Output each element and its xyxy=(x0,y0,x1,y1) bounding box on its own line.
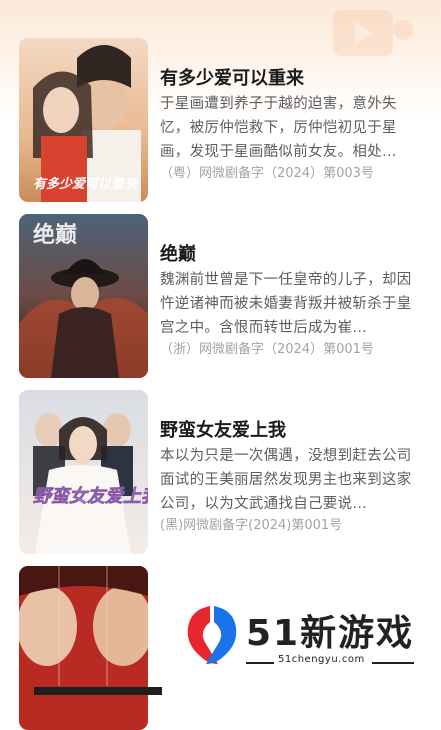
drama-description: 于星画遭到养子于越的迫害，意外失忆，被厉仲恺救下，厉仲恺初见于星画，发现于星画酷… xyxy=(160,96,397,160)
drama-poster[interactable]: 有多少爱可以重来 xyxy=(19,38,148,202)
drama-license: （浙）网微剧备字（2024）第001号 xyxy=(160,342,374,357)
drama-description: 本以为只是一次偶遇，没想到赶去公司面试的王美丽居然发现男主也来到这家公司，以为文… xyxy=(160,448,412,512)
brand-url: 51chengyu.com xyxy=(278,654,365,665)
drama-title[interactable]: 绝巅 xyxy=(160,240,196,266)
divider xyxy=(372,662,414,664)
poster-image: 有多少爱可以重来 xyxy=(19,38,148,202)
poster-image xyxy=(19,566,148,730)
poster-title-text: 绝巅 xyxy=(33,222,77,248)
poster-title-text: 野蛮女友爱上我 xyxy=(33,486,148,507)
drama-description: 魏渊前世曾是下一任皇帝的儿子，却因忤逆诸神而被未婚妻背叛并被斩杀于皇宫之中。含恨… xyxy=(160,272,412,336)
drama-card[interactable]: 野蛮女友爱上我 野蛮女友爱上我 本以为只是一次偶遇，没想到赶去公司面试的王美丽居… xyxy=(19,390,423,554)
poster-image: 绝巅 xyxy=(19,214,148,378)
drama-poster[interactable]: 绝巅 xyxy=(19,214,148,378)
drama-title[interactable]: 有多少爱可以重来 xyxy=(160,64,304,90)
drama-card[interactable]: 有多少爱可以重来 有多少爱可以重来 于星画遭到养子于越的迫害，意外失忆，被厉仲恺… xyxy=(19,38,423,202)
drama-title[interactable]: 野蛮女友爱上我 xyxy=(160,416,286,442)
divider xyxy=(246,662,274,664)
drama-card[interactable]: 绝巅 绝巅 魏渊前世曾是下一任皇帝的儿子，却因忤逆诸神而被未婚妻背叛并被斩杀于皇… xyxy=(19,214,423,378)
drama-poster[interactable]: 野蛮女友爱上我 xyxy=(19,390,148,554)
poster-image: 野蛮女友爱上我 xyxy=(19,390,148,554)
drama-poster[interactable] xyxy=(19,566,148,730)
drama-license: （粤）网微剧备字（2024）第003号 xyxy=(160,166,374,181)
bottom-bar xyxy=(34,687,162,695)
brand-name: 51新游戏 xyxy=(246,613,415,654)
drama-license: (黑)网微剧备字(2024)第001号 xyxy=(160,518,343,533)
poster-title-text: 有多少爱可以重来 xyxy=(33,176,139,192)
site-watermark: 51新游戏 51chengyu.com xyxy=(184,596,416,672)
brand-logo-icon xyxy=(187,606,237,664)
